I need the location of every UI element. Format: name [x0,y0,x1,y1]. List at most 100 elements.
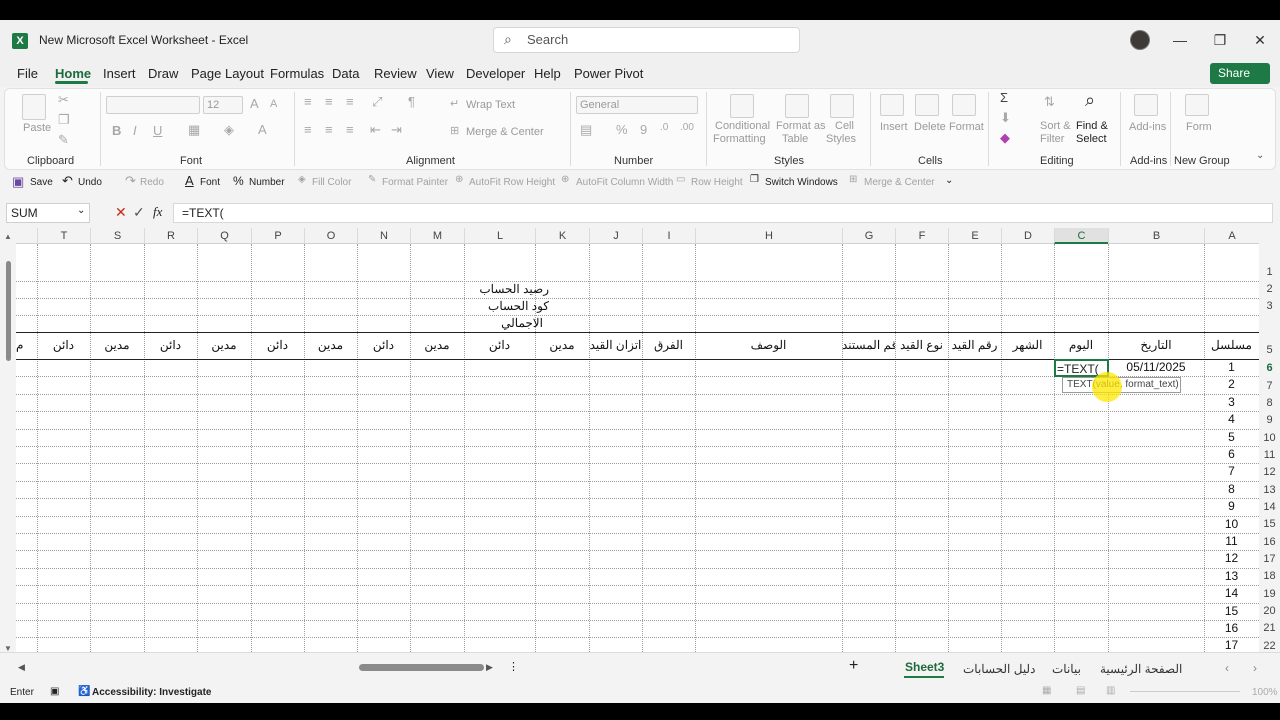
wrap-text-button[interactable]: Wrap Text [466,99,515,111]
column-header-n[interactable]: N [357,228,410,244]
table-header-l[interactable]: دائن [464,332,535,359]
tab-page-layout[interactable]: Page Layout [191,66,264,81]
form-icon[interactable] [1185,94,1209,116]
formula-input[interactable] [173,203,1273,223]
table-header-f[interactable]: نوع القيد [895,332,948,359]
table-header-q[interactable]: مدين [197,332,251,359]
total-label[interactable]: الاجمالي [456,315,543,332]
tab-view[interactable]: View [426,66,454,81]
column-header-t[interactable]: T [37,228,90,244]
tab-draw[interactable]: Draw [148,66,178,81]
serial-cell[interactable]: 1 [1204,359,1259,376]
cell-styles-icon[interactable] [830,94,854,118]
serial-cell[interactable]: 12 [1204,550,1259,567]
increase-indent-icon[interactable]: ⇥ [391,122,402,138]
align-top-icon[interactable]: ≡ [304,94,312,109]
serial-cell[interactable]: 14 [1204,585,1259,602]
table-header-m[interactable]: مدين [410,332,464,359]
account-code-label[interactable]: كود الحساب [456,298,549,315]
percent-icon[interactable]: % [616,122,628,137]
customize-qat-icon[interactable]: ⌄ [945,175,953,186]
find-select-button[interactable]: Find & [1076,120,1108,132]
italic-icon[interactable]: I [133,123,137,138]
zoom-level[interactable]: 100% [1252,687,1278,698]
sheet-tab-data[interactable]: بيانات [1052,662,1081,676]
align-center-icon[interactable]: ≡ [325,122,333,137]
underline-icon[interactable]: U [153,123,162,138]
normal-view-icon[interactable]: ▦ [1042,685,1051,696]
serial-cell[interactable]: 8 [1204,481,1259,498]
column-header-m[interactable]: M [410,228,464,244]
delete-cells-icon[interactable] [915,94,939,116]
table-header-e[interactable]: رقم القيد [948,332,1001,359]
row-header[interactable]: 19 [1259,588,1280,600]
conditional-formatting-button[interactable]: Conditional [715,120,770,132]
more-options-icon[interactable]: ⋮ [508,660,519,673]
row-header[interactable]: 3 [1259,300,1280,312]
row-header[interactable]: 16 [1259,536,1280,548]
column-header-a[interactable]: A [1204,228,1259,244]
column-header-e[interactable]: E [948,228,1001,244]
row-header[interactable]: 9 [1259,414,1280,426]
page-break-view-icon[interactable]: ▥ [1106,685,1115,696]
decrease-font-icon[interactable]: A [270,98,277,110]
qa-save-button[interactable]: Save [30,177,53,188]
addins-icon[interactable] [1134,94,1158,116]
format-cells-icon[interactable] [952,94,976,116]
qa-font-button[interactable]: Font [200,177,220,188]
serial-cell[interactable]: 17 [1204,637,1259,652]
find-select-icon[interactable]: ⌕ [1085,90,1095,111]
serial-cell[interactable]: 15 [1204,603,1259,620]
minimize-button[interactable]: — [1170,30,1190,50]
next-sheet-icon[interactable]: › [1253,661,1257,675]
table-header-p[interactable]: دائن [251,332,304,359]
merge-center-button[interactable]: Merge & Center [466,126,544,138]
qa-undo-button[interactable]: Undo [78,177,102,188]
worksheet-grid[interactable]: TSRQPONMLKJIHGFEDCBA رصيد الحساب كود الحس… [16,228,1259,652]
row-header[interactable]: 5 [1259,344,1280,356]
column-header-c[interactable]: C [1054,228,1108,244]
tab-file[interactable]: File [17,66,38,81]
align-middle-icon[interactable]: ≡ [325,94,333,109]
sort-filter-icon[interactable]: ⇅ [1044,94,1055,110]
sheet-tab-sheet3[interactable]: Sheet3 [905,660,944,674]
qa-switch-windows-button[interactable]: Switch Windows [765,177,838,188]
column-header-edge[interactable] [16,228,37,244]
serial-cell[interactable]: 4 [1204,411,1259,428]
column-header-q[interactable]: Q [197,228,251,244]
fill-icon[interactable]: ⬇ [1000,110,1011,126]
conditional-formatting-icon[interactable] [730,94,754,118]
row-header[interactable]: 6 [1259,362,1280,374]
table-header-d[interactable]: الشهر [1001,332,1054,359]
prev-sheet-icon[interactable]: ‹ [1225,661,1229,675]
serial-cell[interactable]: 16 [1204,620,1259,637]
cut-icon[interactable]: ✂ [58,92,69,108]
tab-developer[interactable]: Developer [466,66,525,81]
serial-cell[interactable]: 5 [1204,429,1259,446]
name-box-dropdown-icon[interactable]: ⌄ [77,205,85,216]
table-header-a[interactable]: مسلسل [1204,332,1259,359]
column-header-f[interactable]: F [895,228,948,244]
table-header-j[interactable]: اتزان القيد [589,332,642,359]
clear-icon[interactable]: ◆ [1000,130,1010,146]
qa-number-button[interactable]: Number [249,177,285,188]
serial-cell[interactable]: 7 [1204,463,1259,480]
table-header-edge[interactable]: م [16,332,37,359]
column-header-b[interactable]: B [1108,228,1204,244]
accessibility-status[interactable]: Accessibility: Investigate [92,687,212,698]
row-header[interactable]: 22 [1259,640,1280,652]
orientation-icon[interactable]: ⤢ [372,94,382,110]
close-button[interactable]: ✕ [1250,30,1270,50]
vertical-scroll-thumb[interactable] [6,261,11,361]
tab-review[interactable]: Review [374,66,417,81]
column-header-k[interactable]: K [535,228,589,244]
qa-redo-button[interactable]: Redo [140,177,164,188]
column-header-h[interactable]: H [695,228,842,244]
row-header[interactable]: 2 [1259,283,1280,295]
sort-filter-button[interactable]: Sort & [1040,120,1071,132]
row-header[interactable]: 20 [1259,605,1280,617]
row-header[interactable]: 8 [1259,397,1280,409]
format-as-table-icon[interactable] [785,94,809,118]
qa-autofit-column-button[interactable]: AutoFit Column Width [576,177,673,188]
serial-cell[interactable]: 3 [1204,394,1259,411]
